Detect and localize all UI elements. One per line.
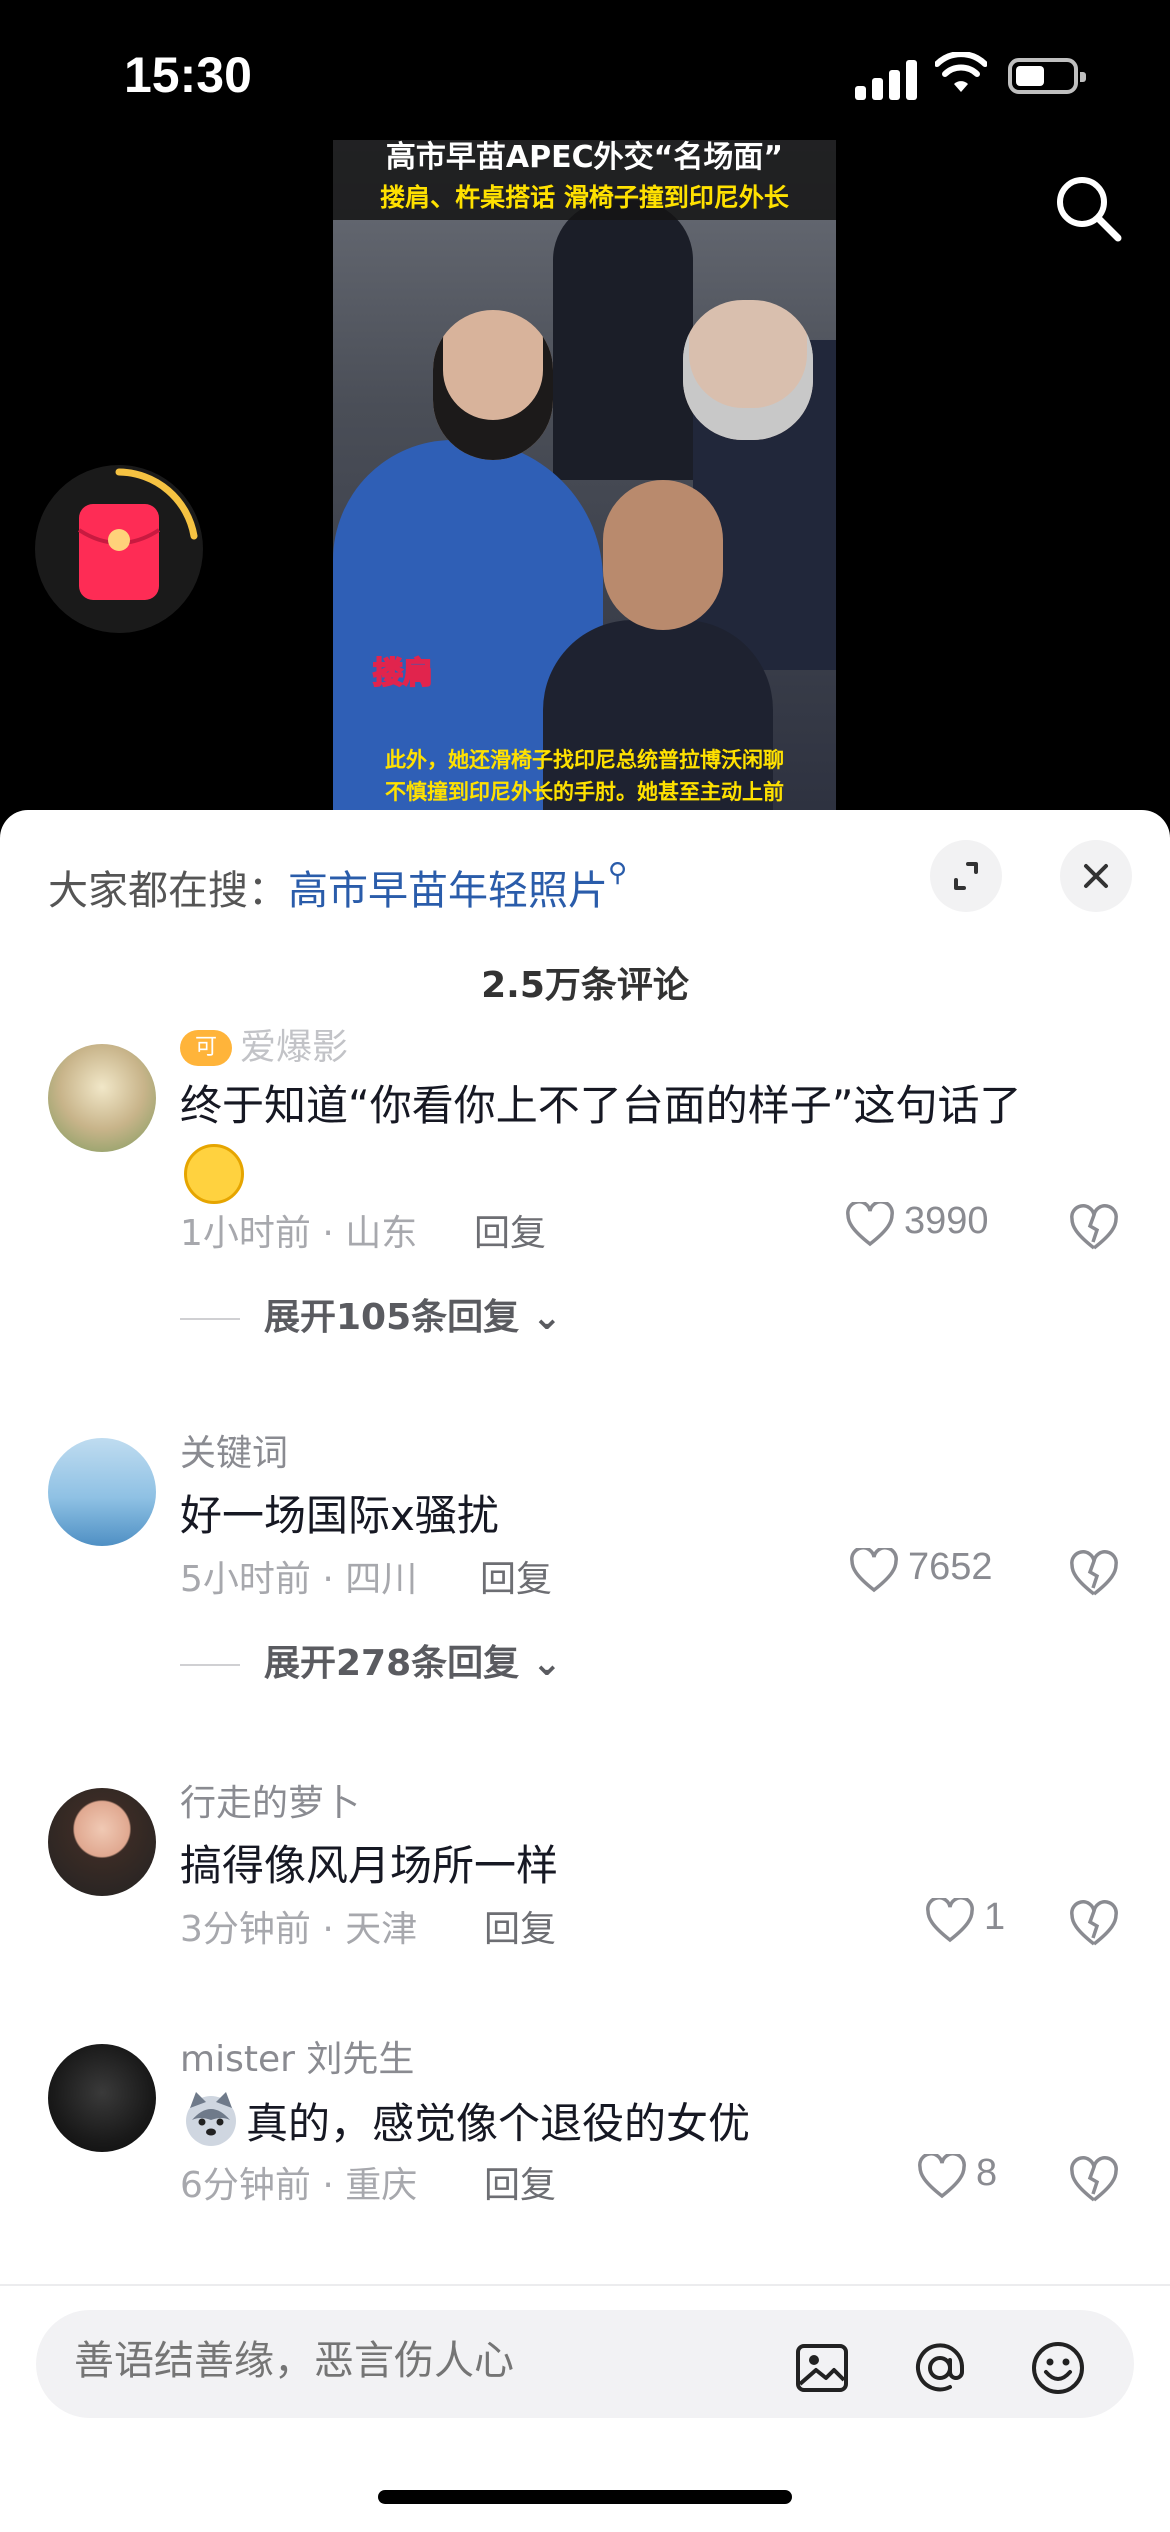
hot-search: 大家都在搜：高市早苗年轻照片⚲ <box>48 858 627 916</box>
comment-text: 真的，感觉像个退役的女优 <box>246 2099 751 2148</box>
like-count: 7652 <box>908 1546 993 1588</box>
broken-heart-icon[interactable] <box>1068 1898 1120 1950</box>
like-button[interactable]: 3990 <box>846 1198 1006 1252</box>
comment-meta: 5小时前 · 四川 <box>180 1559 418 1600</box>
comment-text: 终于知道“你看你上不了台面的样子”这句话了 <box>180 1081 1022 1130</box>
husky-emoji-icon <box>186 2092 236 2146</box>
reply-button[interactable]: 回复 <box>484 1900 556 1952</box>
search-icon[interactable] <box>1050 170 1126 246</box>
home-indicator <box>378 2490 792 2504</box>
comment-time: 3分钟前 <box>180 1909 311 1950</box>
smile-emoji-icon <box>184 1144 244 1204</box>
avatar[interactable] <box>48 1438 156 1546</box>
search-icon[interactable]: ⚲ <box>608 858 627 888</box>
video-tag: 搂肩 <box>372 655 434 692</box>
reply-button[interactable]: 回复 <box>480 1550 552 1602</box>
broken-heart-icon[interactable] <box>1068 1202 1120 1254</box>
comment-location: 四川 <box>345 1559 418 1600</box>
video-subtitle: 搂肩、杵桌搭话 滑椅子撞到印尼外长 <box>380 183 789 212</box>
comment-username[interactable]: 爱爆影 <box>240 1018 348 1070</box>
comments-sheet: 大家都在搜：高市早苗年轻照片⚲ 2.5万条评论 可 爱爆影 终于知道“你看你上不… <box>0 810 1170 2532</box>
like-button[interactable]: 1 <box>926 1894 1016 1948</box>
image-icon[interactable] <box>794 2340 850 2396</box>
heart-icon <box>846 1202 894 1247</box>
comment-username[interactable]: 关键词 <box>180 1424 288 1476</box>
expand-replies-button[interactable]: 展开105条回复 ⌄ <box>180 1288 562 1340</box>
status-bar: 15:30 <box>0 0 1170 140</box>
battery-icon <box>1008 58 1086 94</box>
like-count: 3990 <box>904 1200 989 1242</box>
avatar[interactable] <box>48 1044 156 1152</box>
like-count: 1 <box>984 1896 1006 1938</box>
video-title-banner: 高市早苗APEC外交“名场面” 搂肩、杵桌搭话 滑椅子撞到印尼外长 <box>333 140 836 220</box>
comment-location: 重庆 <box>345 2165 418 2206</box>
comment-input[interactable] <box>74 2338 774 2384</box>
comment-meta: 3分钟前 · 天津 <box>180 1909 418 1950</box>
hot-search-link[interactable]: 高市早苗年轻照片 <box>288 868 608 914</box>
video-caption: 不慎撞到印尼外长的手肘。她甚至主动上前 <box>385 780 784 804</box>
hot-search-prefix: 大家都在搜： <box>48 868 288 914</box>
comment-text: 好一场国际x骚扰 <box>180 1491 499 1540</box>
reply-button[interactable]: 回复 <box>474 1204 546 1256</box>
reply-button[interactable]: 回复 <box>484 2156 556 2208</box>
comment-time: 6分钟前 <box>180 2165 311 2206</box>
avatar[interactable] <box>48 2044 156 2152</box>
heart-icon <box>850 1548 898 1593</box>
comment-location: 山东 <box>345 1213 418 1254</box>
close-button[interactable] <box>1060 840 1132 912</box>
wifi-icon <box>935 52 987 92</box>
status-time: 15:30 <box>124 47 252 103</box>
close-icon <box>1084 864 1108 888</box>
video-player[interactable]: 高市早苗APEC外交“名场面” 搂肩、杵桌搭话 滑椅子撞到印尼外长 搂肩 此外，… <box>333 140 836 810</box>
user-badge: 可 <box>180 1030 232 1066</box>
expand-icon <box>954 862 978 890</box>
comment-location: 天津 <box>345 1909 418 1950</box>
comment-time: 1小时前 <box>180 1213 311 1254</box>
comment-count: 2.5万条评论 <box>481 965 689 1006</box>
expand-sheet-button[interactable] <box>930 840 1002 912</box>
video-caption: 此外，她还滑椅子找印尼总统普拉博沃闲聊 <box>385 748 784 772</box>
heart-icon <box>926 1898 974 1943</box>
like-button[interactable]: 8 <box>918 2150 1018 2204</box>
heart-icon <box>918 2154 966 2199</box>
comment-meta: 6分钟前 · 重庆 <box>180 2165 418 2206</box>
comment-input-bar <box>0 2284 1170 2532</box>
video-title: 高市早苗APEC外交“名场面” <box>385 140 784 175</box>
comment-username[interactable]: 行走的萝卜 <box>180 1774 360 1826</box>
like-count: 8 <box>976 2152 998 2194</box>
comment-meta: 1小时前 · 山东 <box>180 1213 418 1254</box>
comment-username[interactable]: mister 刘先生 <box>180 2030 414 2082</box>
comment-input-container[interactable] <box>36 2310 1134 2418</box>
red-packet-icon[interactable] <box>34 464 204 634</box>
broken-heart-icon[interactable] <box>1068 1548 1120 1600</box>
comment-text: 搞得像风月场所一样 <box>180 1841 559 1890</box>
cellular-signal-icon <box>855 60 917 100</box>
avatar[interactable] <box>48 1788 156 1896</box>
emoji-icon[interactable] <box>1030 2340 1086 2396</box>
comment-time: 5小时前 <box>180 1559 311 1600</box>
expand-replies-button[interactable]: 展开278条回复 ⌄ <box>180 1634 562 1686</box>
broken-heart-icon[interactable] <box>1068 2154 1120 2206</box>
mention-icon[interactable] <box>912 2340 968 2396</box>
like-button[interactable]: 7652 <box>850 1544 1010 1598</box>
